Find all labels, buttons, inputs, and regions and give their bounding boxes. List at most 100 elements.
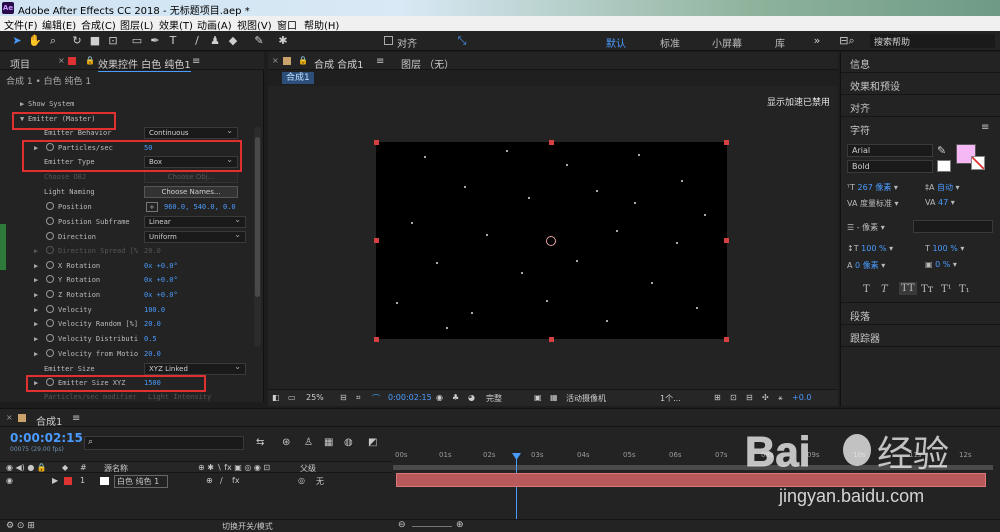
stopwatch-icon[interactable] — [46, 305, 54, 313]
velocity-distribution-value[interactable]: 0.5 — [144, 335, 157, 343]
menu-view[interactable]: 视图(V) — [237, 17, 272, 32]
stopwatch-icon[interactable] — [46, 232, 54, 240]
roto-brush-tool-icon[interactable]: ✎ — [252, 34, 266, 48]
stroke-width-field[interactable]: ☰ - 像素 ▾ — [847, 222, 885, 233]
lock-icon[interactable]: 🔒 — [298, 56, 308, 65]
expand-arrow-icon[interactable]: ▶ — [34, 320, 38, 328]
rectangle-tool-icon[interactable]: ▭ — [130, 34, 144, 48]
work-area-bar[interactable] — [393, 465, 993, 470]
current-time-display[interactable]: 0:00:02:15 — [388, 393, 432, 402]
panel-tracker[interactable]: 跟踪器 — [850, 330, 880, 345]
stroke-style-dropdown[interactable] — [913, 220, 993, 233]
position-value[interactable]: 960.0, 540.0, 0.0 — [164, 203, 236, 211]
exposure-value[interactable]: +0.0 — [792, 393, 811, 402]
align-checkbox[interactable] — [384, 36, 393, 45]
panel-character[interactable]: 字符 — [850, 122, 870, 137]
panel-info[interactable]: 信息 — [850, 56, 870, 71]
y-rotation-value[interactable]: 0x +0.0° — [144, 276, 178, 284]
vertical-scale-field[interactable]: ↕T 100 % ▾ — [847, 244, 893, 253]
timeline-icon[interactable]: ⊟ — [746, 393, 753, 402]
layer-label-color[interactable] — [64, 477, 72, 485]
effect-controls-scrollbar[interactable] — [254, 127, 261, 347]
baseline-shift-field[interactable]: A 0 像素 ▾ — [847, 260, 885, 271]
shy-layers-icon[interactable]: ♙ — [304, 437, 313, 448]
stopwatch-icon[interactable] — [46, 319, 54, 327]
font-size-field[interactable]: ᵀT 267 像素 ▾ — [847, 182, 898, 193]
menu-help[interactable]: 帮助(H) — [304, 17, 339, 32]
position-subframe-dropdown[interactable]: Linear — [144, 215, 246, 228]
menu-composition[interactable]: 合成(C) — [81, 17, 116, 32]
x-rotation-value[interactable]: 0x +0.0° — [144, 262, 178, 270]
comp-mini-flowchart-icon[interactable]: ⇆ — [256, 437, 264, 448]
pickwhip-icon[interactable]: ◎ — [298, 476, 305, 485]
menu-effect[interactable]: 效果(T) — [159, 17, 193, 32]
graph-editor-icon[interactable]: ◩ — [368, 437, 377, 448]
snapshot-icon[interactable]: ◉ — [436, 393, 443, 402]
transform-handle[interactable] — [724, 238, 729, 243]
fast-previews-icon[interactable]: ⊡ — [730, 393, 737, 402]
emitter-behavior-dropdown[interactable]: Continuous — [144, 126, 238, 139]
lock-icon[interactable]: 🔒 — [85, 56, 95, 65]
direction-dropdown[interactable]: Uniform — [144, 230, 246, 243]
leading-field[interactable]: ‡A 自动 ▾ — [925, 182, 960, 193]
workspace-library[interactable]: 库 — [775, 35, 785, 50]
emitter-size-dropdown[interactable]: XYZ Linked — [144, 362, 246, 375]
snap-icon[interactable]: ⤡ — [455, 34, 469, 48]
kerning-field[interactable]: VA 度量标准 ▾ — [847, 198, 899, 209]
reset-exposure-icon[interactable]: ⚹ — [778, 393, 783, 403]
flowchart-icon[interactable]: ✣ — [762, 393, 769, 402]
expand-arrow-icon[interactable]: ▶ — [20, 100, 24, 108]
expand-arrow-icon[interactable]: ▶ — [34, 335, 38, 343]
stopwatch-icon[interactable] — [46, 261, 54, 269]
roi-icon[interactable]: ▣ — [534, 393, 542, 402]
faux-bold-button[interactable]: T — [863, 284, 870, 295]
eraser-tool-icon[interactable]: ◆ — [226, 34, 240, 48]
brush-tool-icon[interactable]: / — [190, 34, 204, 48]
menu-window[interactable]: 窗口 — [277, 17, 297, 32]
mask-visibility-icon[interactable]: ⌒ — [372, 393, 380, 404]
zoom-out-icon[interactable]: ⊖ — [398, 520, 406, 530]
stopwatch-icon[interactable] — [46, 217, 54, 225]
transform-handle[interactable] — [374, 238, 379, 243]
transform-handle[interactable] — [374, 337, 379, 342]
emitter-position-icon[interactable] — [546, 236, 556, 246]
panel-paragraph[interactable]: 段落 — [850, 308, 870, 323]
close-comp-tab-icon[interactable]: × — [272, 56, 279, 65]
layer-switches-pane-icon[interactable]: ⚙ ⊙ ⊞ — [6, 521, 35, 531]
effect-switch-icon[interactable]: fx — [232, 476, 240, 485]
menu-edit[interactable]: 编辑(E) — [42, 17, 76, 32]
faux-italic-button[interactable]: T — [881, 284, 888, 295]
no-stroke-swatch[interactable] — [971, 156, 985, 170]
eye-icon[interactable]: ◉ — [6, 476, 13, 485]
composition-viewer[interactable] — [374, 140, 729, 342]
timeline-current-time[interactable]: 0:00:02:15 — [10, 431, 83, 445]
transform-handle[interactable] — [724, 140, 729, 145]
panel-align[interactable]: 对齐 — [850, 100, 870, 115]
more-workspaces-icon[interactable]: » — [810, 34, 824, 48]
horizontal-scale-field[interactable]: T 100 % ▾ — [925, 244, 964, 253]
expand-arrow-icon[interactable]: ▶ — [34, 291, 38, 299]
tracking-field[interactable]: VA 47 ▾ — [925, 198, 955, 207]
puppet-tool-icon[interactable]: ✱ — [276, 34, 290, 48]
frame-blending-icon[interactable]: ▦ — [324, 437, 333, 448]
expand-arrow-icon[interactable]: ▶ — [34, 306, 38, 314]
panel-effects-presets[interactable]: 效果和预设 — [850, 78, 900, 93]
timeline-search-input[interactable]: ⌕ — [84, 436, 244, 450]
zoom-slider[interactable] — [412, 526, 452, 527]
layer-row[interactable]: ◉ ▶ 1 白色 纯色 1 ⊕ ∕ fx ◎ 无 — [0, 474, 392, 488]
rotate-tool-icon[interactable]: ↻ — [70, 34, 84, 48]
fit-icon[interactable]: ⊟ — [340, 393, 347, 402]
quality-switch-icon[interactable]: ∕ — [220, 476, 223, 485]
toggle-transparency-icon[interactable]: ▦ — [550, 393, 558, 402]
expand-layer-icon[interactable]: ▶ — [52, 476, 58, 485]
layer-name[interactable]: 白色 纯色 1 — [114, 475, 169, 488]
all-caps-button[interactable]: TT — [899, 282, 917, 295]
time-ruler[interactable]: 00s 01s 02s 03s 04s 05s 06s 07s 08s 09s … — [393, 443, 993, 532]
tab-composition[interactable]: 合成 合成1 — [314, 56, 364, 71]
transform-handle[interactable] — [549, 140, 554, 145]
panel-menu-icon[interactable]: ≡ — [72, 413, 80, 424]
toggle-switches-modes[interactable]: 切换开关/模式 — [222, 521, 273, 532]
panel-menu-icon[interactable]: ≡ — [192, 56, 200, 67]
hand-tool-icon[interactable]: ✋ — [28, 34, 42, 48]
region-icon[interactable]: ▭ — [288, 393, 296, 402]
